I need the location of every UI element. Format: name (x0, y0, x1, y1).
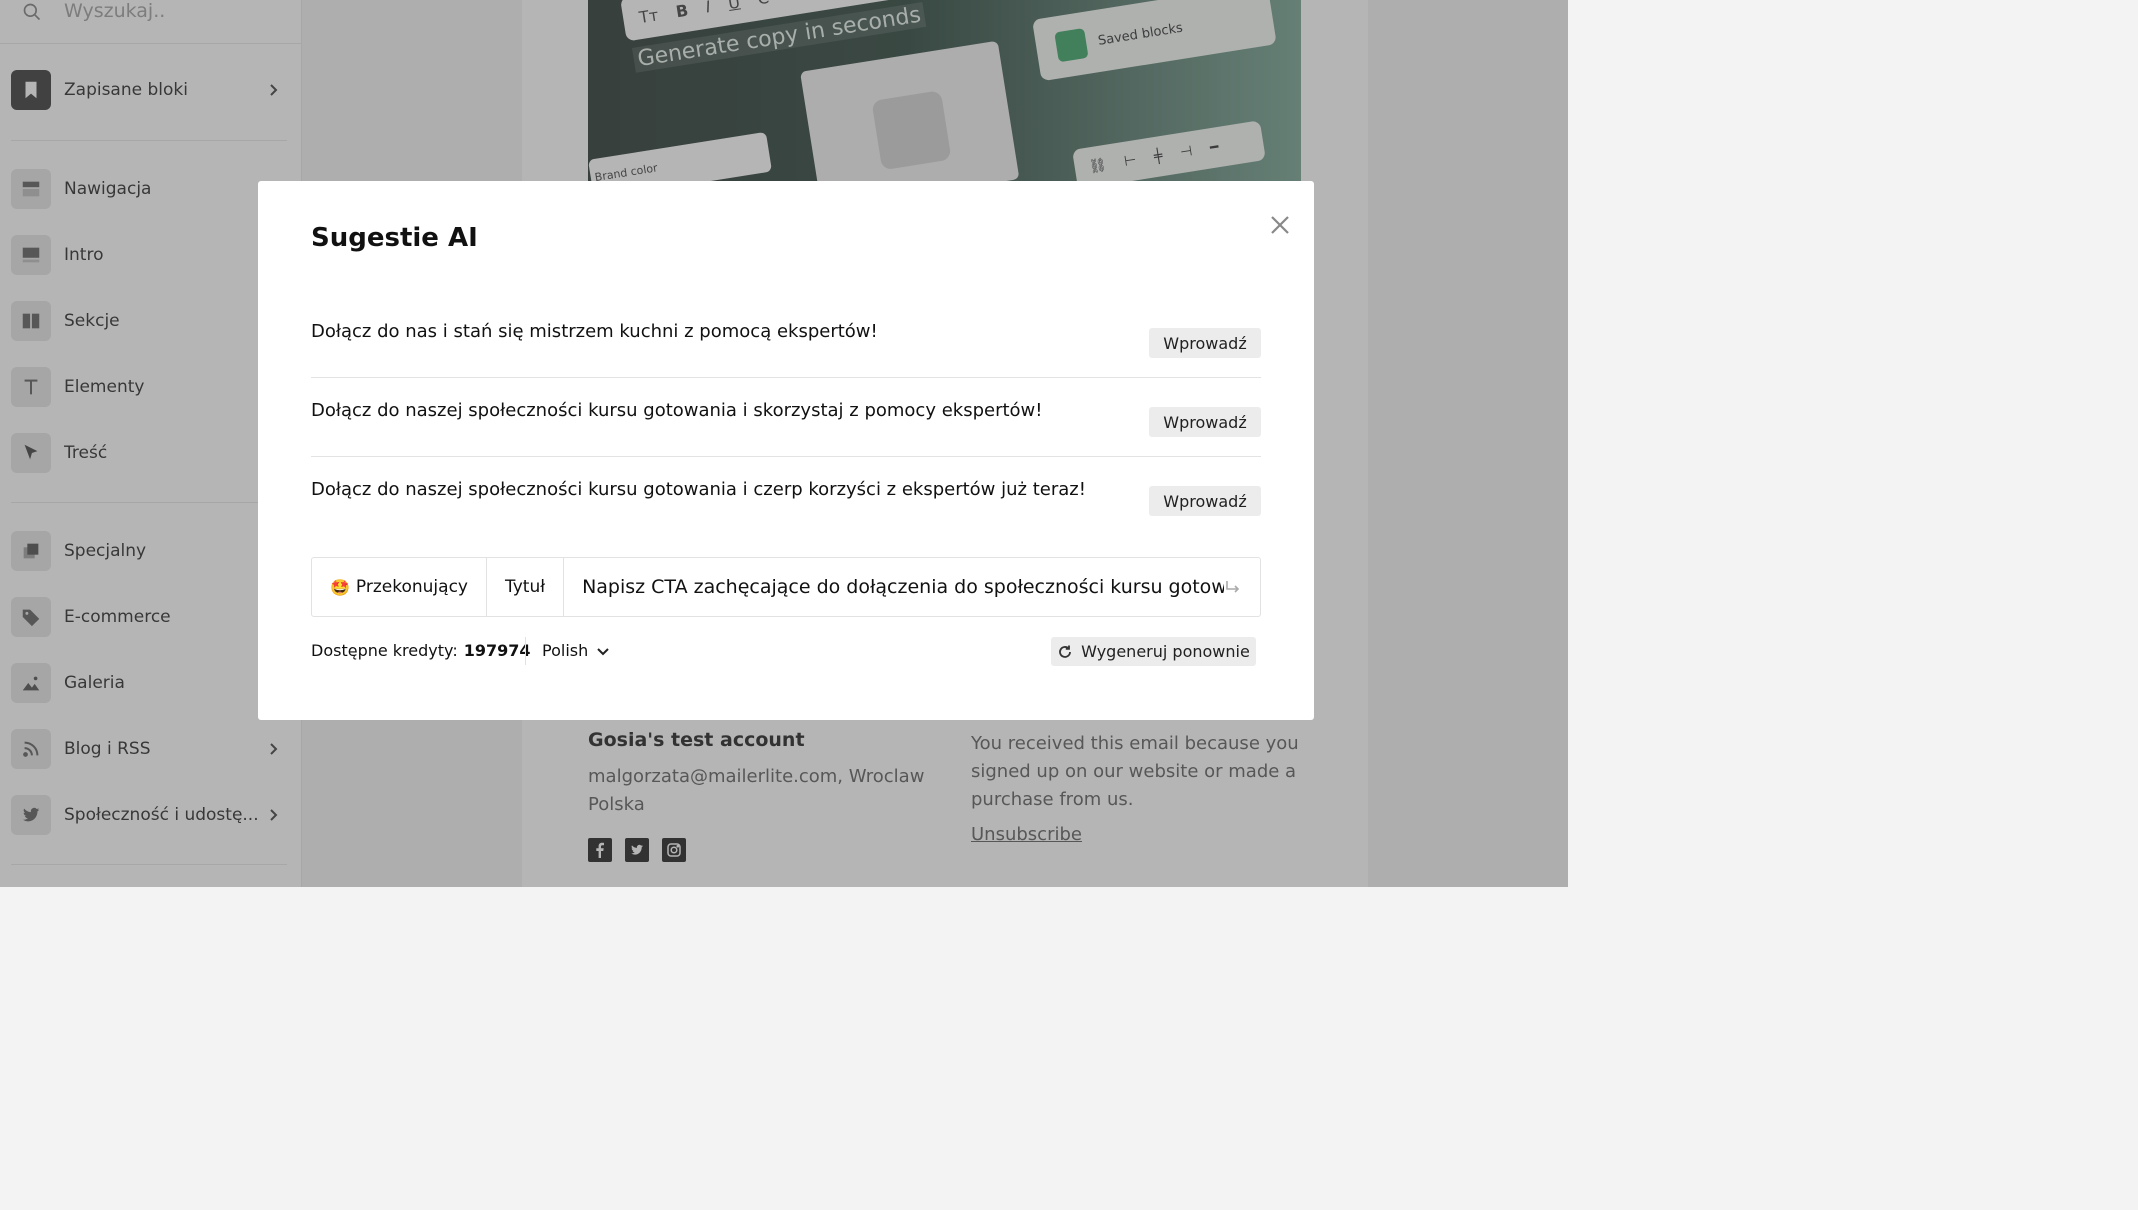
tone-selector[interactable]: 🤩 Przekonujący (312, 558, 487, 616)
tone-emoji-icon: 🤩 (330, 577, 350, 597)
suggestion-item: Dołącz do nas i stań się mistrzem kuchni… (311, 299, 1261, 378)
modal-title: Sugestie AI (311, 223, 478, 253)
footer-separator (525, 637, 526, 665)
suggestion-text: Dołącz do nas i stań się mistrzem kuchni… (311, 321, 878, 342)
language-dropdown[interactable]: Polish (542, 641, 610, 660)
credits-value: 197974 (463, 641, 531, 660)
language-value: Polish (542, 641, 589, 660)
insert-suggestion-button[interactable]: Wprowadź (1149, 328, 1261, 358)
insert-suggestion-button[interactable]: Wprowadź (1149, 486, 1261, 516)
content-type-selector[interactable]: Tytuł (487, 558, 565, 616)
content-type-label: Tytuł (504, 577, 546, 597)
chevron-down-icon (597, 647, 609, 655)
insert-suggestion-button[interactable]: Wprowadź (1149, 407, 1261, 437)
credits-label: Dostępne kredyty: (311, 641, 458, 660)
enter-return-icon[interactable] (1224, 578, 1242, 596)
ai-prompt-bar: 🤩 Przekonujący Tytuł (311, 557, 1261, 617)
ai-suggestions-modal: Sugestie AI Dołącz do nas i stań się mis… (258, 181, 1314, 720)
tone-label: Przekonujący (355, 577, 468, 597)
close-icon[interactable] (1268, 213, 1292, 237)
refresh-icon (1059, 645, 1072, 658)
regenerate-label: Wygeneruj ponownie (1081, 642, 1250, 661)
available-credits: Dostępne kredyty: 197974 (311, 641, 531, 660)
suggestion-text: Dołącz do naszej społeczności kursu goto… (311, 479, 1086, 500)
regenerate-button[interactable]: Wygeneruj ponownie (1051, 637, 1256, 666)
prompt-input[interactable] (564, 558, 1224, 616)
suggestion-item: Dołącz do naszej społeczności kursu goto… (311, 378, 1261, 457)
suggestion-item: Dołącz do naszej społeczności kursu goto… (311, 457, 1261, 536)
suggestion-text: Dołącz do naszej społeczności kursu goto… (311, 400, 1043, 421)
